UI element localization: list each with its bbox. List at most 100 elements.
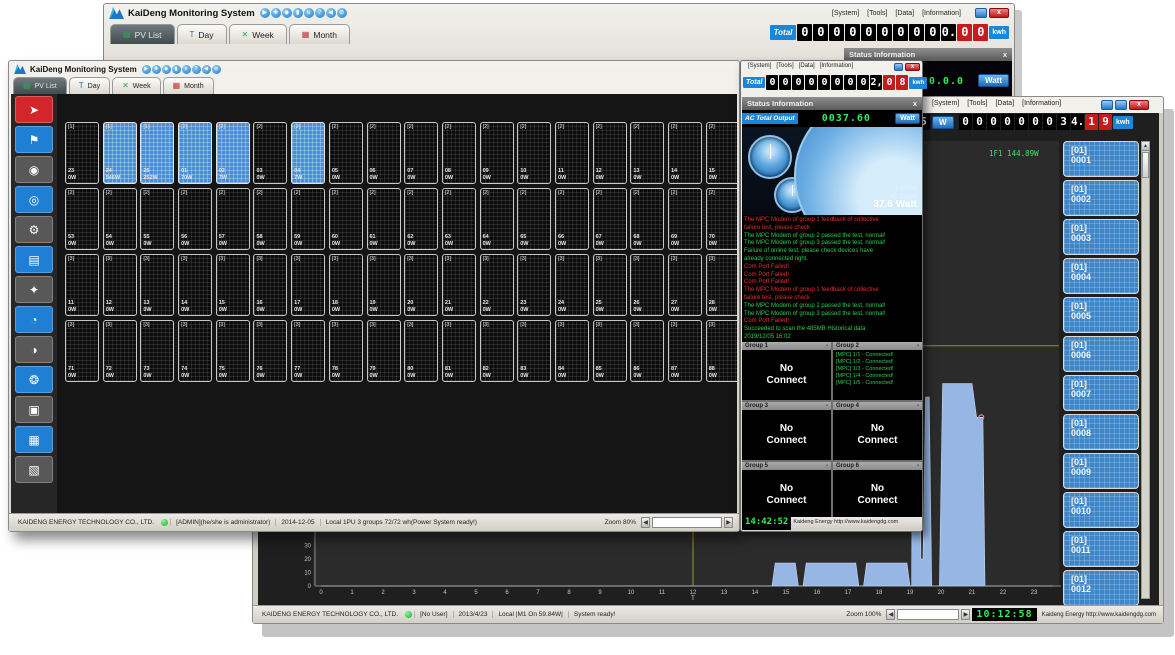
group-cell-group-3[interactable]: Group 3-No Connect [742, 402, 831, 460]
pv-panel-[2]-09[interactable]: [2]090W [480, 122, 514, 184]
inverter-tile-0009[interactable]: [01]0009 [1063, 453, 1139, 489]
pv-panel-[1]-25[interactable]: [1]25252W [140, 122, 174, 184]
camera-icon[interactable]: ▣ [15, 396, 53, 423]
pv-panel-[2]-04[interactable]: [2]047W [291, 122, 325, 184]
inverter-tile-0006[interactable]: [01]0006 [1063, 336, 1139, 372]
pv-panel-[2]-63[interactable]: [2]630W [442, 188, 476, 250]
network-icon[interactable]: ❂ [15, 366, 53, 393]
close-icon[interactable]: x [913, 99, 917, 108]
pv-panel-[2]-68[interactable]: [2]680W [630, 188, 664, 250]
pv-panel-[3]-76[interactable]: [3]760W [253, 320, 287, 382]
pv-panel-[3]-78[interactable]: [3]780W [329, 320, 363, 382]
pv-panel-[3]-27[interactable]: [3]270W [668, 254, 702, 316]
status-info-header[interactable]: Status Information x [742, 97, 922, 110]
pv-panel-[3]-26[interactable]: [3]260W [630, 254, 664, 316]
event-log[interactable]: The MPC Modem of group 1 feedback of col… [742, 215, 922, 342]
scrollbar-thumb[interactable] [1142, 152, 1149, 178]
pv-panel-[3]-87[interactable]: [3]870W [668, 320, 702, 382]
pv-panel-[3]-79[interactable]: [3]790W [367, 320, 401, 382]
watt-unit-button[interactable]: Watt [978, 74, 1009, 87]
back-icon[interactable]: ◀ [326, 8, 336, 18]
pv-panel-[2]-02[interactable]: [2]027W [216, 122, 250, 184]
inverter-tile-0004[interactable]: [01]0004 [1063, 258, 1139, 294]
play-icon[interactable]: ▶ [260, 8, 270, 18]
inverter-tile-0002[interactable]: [01]0002 [1063, 180, 1139, 216]
pv-panel-[2]-06[interactable]: [2]060W [367, 122, 401, 184]
menu-item-4[interactable]: [Information] [1022, 100, 1061, 107]
pv-panel-[3]-19[interactable]: [3]190W [367, 254, 401, 316]
collapse-icon[interactable]: - [917, 463, 919, 469]
pv-panel-[2]-57[interactable]: [2]570W [216, 188, 250, 250]
group-cell-group-5[interactable]: Group 5-No Connect [742, 462, 831, 520]
pv-panel-[3]-80[interactable]: [3]800W [404, 320, 438, 382]
menu-item-1[interactable]: [System] [748, 63, 771, 69]
pv-panel-[3]-88[interactable]: [3]880W [706, 320, 737, 382]
tab-week[interactable]: ✕Week [229, 24, 287, 44]
play-icon[interactable]: ▶ [142, 65, 151, 74]
pv-panel-[3]-22[interactable]: [3]220W [480, 254, 514, 316]
pv-panel-[2]-08[interactable]: [2]080W [442, 122, 476, 184]
pv-panel-[2]-53[interactable]: [2]530W [65, 188, 99, 250]
pv-panel-[2]-67[interactable]: [2]670W [593, 188, 627, 250]
pin-icon[interactable]: ? [192, 65, 201, 74]
pin-icon[interactable]: ? [315, 8, 325, 18]
pv-panel-[3]-23[interactable]: [3]230W [517, 254, 551, 316]
tab-month[interactable]: ▦Month [289, 24, 350, 44]
inverter-tile-0008[interactable]: [01]0008 [1063, 414, 1139, 450]
menu-item-2[interactable]: [Tools] [967, 100, 987, 107]
tab-week[interactable]: ✕Week [112, 77, 160, 94]
close-button[interactable]: x [989, 8, 1009, 18]
block-icon[interactable]: ⊘ [212, 65, 221, 74]
pv-panel-[2]-69[interactable]: [2]690W [668, 188, 702, 250]
menu-item-2[interactable]: [Tools] [776, 63, 793, 69]
menu-item-3[interactable]: [Data] [995, 100, 1014, 107]
collapse-icon[interactable]: - [917, 343, 919, 349]
pv-panel-[3]-82[interactable]: [3]820W [480, 320, 514, 382]
pv-panel-[2]-66[interactable]: [2]660W [555, 188, 589, 250]
pv-panel-[3]-24[interactable]: [3]240W [555, 254, 589, 316]
minimize-button[interactable] [894, 63, 903, 71]
pv-panel-[3]-83[interactable]: [3]830W [517, 320, 551, 382]
inverter-tile-0005[interactable]: [01]0005 [1063, 297, 1139, 333]
gear-icon[interactable]: ✚ [271, 8, 281, 18]
group-cell-group-6[interactable]: Group 6-No Connect [833, 462, 922, 520]
pv-panel-[3]-16[interactable]: [3]160W [253, 254, 287, 316]
inverter-tile-0010[interactable]: [01]0010 [1063, 492, 1139, 528]
pv-panel-[2]-11[interactable]: [2]110W [555, 122, 589, 184]
pv-panel-[3]-81[interactable]: [3]810W [442, 320, 476, 382]
pv-panel-[2]-70[interactable]: [2]700W [706, 188, 737, 250]
scroll-up-icon[interactable]: ▲ [1142, 142, 1149, 151]
block-icon[interactable]: ⊘ [337, 8, 347, 18]
pv-panel-[3]-14[interactable]: [3]140W [178, 254, 212, 316]
watt-unit-button[interactable]: Watt [895, 113, 920, 124]
menu-item-3[interactable]: [Data] [895, 10, 914, 17]
pv-panel-[3]-72[interactable]: [3]720W [103, 320, 137, 382]
pv-panel-[2]-56[interactable]: [2]560W [178, 188, 212, 250]
pv-panel-[2]-59[interactable]: [2]590W [291, 188, 325, 250]
zoom-left-arrow[interactable]: ◀ [886, 609, 895, 620]
pv-panel-[2]-65[interactable]: [2]650W [517, 188, 551, 250]
minimize-button[interactable] [1101, 100, 1113, 110]
zoom-right-arrow[interactable]: ▶ [724, 517, 733, 528]
close-icon[interactable]: x [1003, 50, 1007, 59]
menu-item-1[interactable]: [System] [932, 100, 959, 107]
pv-panel-[2]-12[interactable]: [2]120W [593, 122, 627, 184]
menu-item-3[interactable]: [Data] [799, 63, 815, 69]
vendor-site-link[interactable]: Kaideng Energy http://www.kaidengdg.com [1039, 612, 1159, 618]
tab-day[interactable]: TDay [69, 77, 110, 94]
zoom-slider-track[interactable] [652, 517, 722, 528]
titlebar[interactable]: KaiDeng Monitoring System ▶✚◆▮e?◀⊘ [9, 61, 739, 77]
vendor-site-link[interactable]: Kaideng Energy http://www.kaidengdg.com [791, 517, 922, 530]
pv-panel-[2]-07[interactable]: [2]070W [404, 122, 438, 184]
collapse-icon[interactable]: - [826, 343, 828, 349]
pv-panel-[3]-85[interactable]: [3]850W [593, 320, 627, 382]
tab-month[interactable]: ▦Month [163, 77, 214, 94]
report-icon[interactable]: ▤ [15, 246, 53, 273]
pv-panel-[3]-17[interactable]: [3]170W [291, 254, 325, 316]
collapse-icon[interactable]: - [826, 403, 828, 409]
panel-icon[interactable]: ▮ [293, 8, 303, 18]
e-icon[interactable]: e [304, 8, 314, 18]
pv-panel-[2]-15[interactable]: [2]150W [706, 122, 737, 184]
inverter-tile-0001[interactable]: [01]0001 [1063, 141, 1139, 177]
inverter-scrollbar[interactable]: ▲ [1141, 141, 1150, 599]
